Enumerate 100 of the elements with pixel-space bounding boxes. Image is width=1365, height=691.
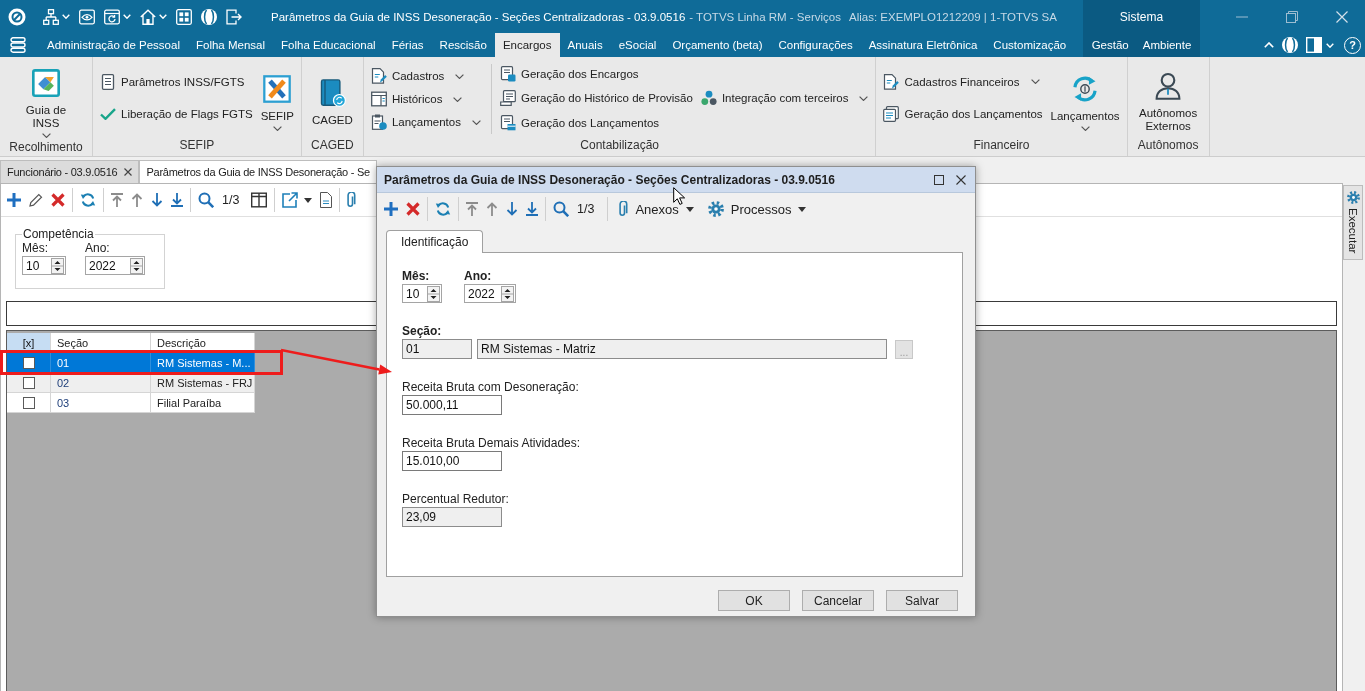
home-icon[interactable] [140, 8, 156, 25]
number-field[interactable]: 23,09 [402, 507, 502, 527]
column-header[interactable]: [x] [7, 333, 51, 353]
section-code-field[interactable]: 01 [402, 339, 472, 359]
checkbox[interactable] [22, 356, 35, 369]
ribbon-button[interactable]: Integração com terceiros [700, 87, 869, 109]
restore-icon[interactable] [1286, 10, 1298, 23]
menu-tab[interactable]: Folha Mensal [187, 33, 273, 57]
close-icon[interactable] [124, 168, 133, 176]
menu-tab[interactable]: Gestão [1084, 33, 1136, 57]
menu-icon[interactable] [9, 37, 26, 53]
paperclip-icon[interactable] [347, 192, 357, 208]
ribbon-button[interactable]: Guia de INSS [25, 60, 67, 138]
logo-icon[interactable] [8, 7, 26, 26]
pencil-icon[interactable] [29, 193, 43, 207]
ribbon-button[interactable]: Geração do Histórico de Provisão [499, 87, 693, 109]
menu-tab[interactable]: Assinatura Eletrônica [860, 33, 986, 57]
spin-arrows-icon[interactable] [501, 285, 514, 302]
caret-icon[interactable] [1326, 42, 1334, 48]
spin-arrows-icon[interactable] [427, 285, 440, 302]
ribbon-button[interactable]: Cadastros Financeiros [883, 70, 1043, 93]
document-icon[interactable] [320, 192, 333, 208]
menu-tab[interactable]: Configurações [770, 33, 861, 57]
ribbon-button[interactable]: SEFIP [260, 65, 294, 131]
ribbon-button[interactable]: CAGED [311, 69, 353, 127]
ok-button[interactable]: OK [718, 590, 790, 611]
table-row[interactable]: 01 RM Sistemas - M... [7, 353, 255, 373]
menu-tab[interactable]: Customização [985, 33, 1075, 57]
ribbon-button[interactable]: Geração dos Lançamentos [499, 111, 693, 134]
month-spinner[interactable]: 10 [402, 284, 442, 303]
menu-tab[interactable]: Folha Educacional [273, 33, 384, 57]
menu-tab[interactable]: Férias [383, 33, 432, 57]
menu-tab[interactable]: Administração de Pessoal [39, 33, 188, 57]
arrow-down-bar-icon[interactable] [171, 193, 183, 207]
menu-tab[interactable]: eSocial [610, 33, 665, 57]
chevron-up-icon[interactable] [1264, 42, 1274, 48]
arrow-down-icon[interactable] [506, 202, 518, 216]
layout-icon[interactable] [1306, 37, 1322, 53]
ribbon-button[interactable]: Parâmetros INSS/FGTS [100, 70, 253, 93]
caret-icon[interactable] [159, 14, 167, 19]
cancel-button[interactable]: Cancelar [802, 590, 874, 611]
search-icon[interactable] [553, 201, 569, 217]
maximize-icon[interactable] [934, 174, 944, 185]
table-row[interactable]: 03 Filial Paraíba [7, 393, 255, 413]
menu-tab[interactable]: Ambiente [1135, 33, 1199, 57]
ribbon-button[interactable]: Geração dos Encargos [499, 62, 693, 85]
plus-icon[interactable] [384, 202, 398, 216]
menu-tab[interactable]: Encargos [494, 33, 560, 57]
ribbon-button[interactable]: Geração dos Lançamentos [883, 103, 1043, 126]
close-icon[interactable] [956, 174, 966, 185]
globe-icon[interactable] [201, 8, 217, 25]
caret-icon[interactable] [123, 14, 131, 19]
refresh-window-icon[interactable] [104, 8, 120, 25]
menu-tab[interactable]: Anuais [559, 33, 611, 57]
ribbon-button[interactable]: Históricos [370, 88, 481, 110]
ribbon-button[interactable]: Liberação de Flags FGTS [100, 103, 253, 126]
number-field[interactable]: 15.010,00 [402, 451, 502, 471]
eye-window-icon[interactable] [79, 8, 95, 25]
x-icon[interactable] [51, 193, 65, 207]
document-tab[interactable]: Parâmetros da Guia de INSS Desoneração - Se [139, 160, 377, 183]
arrow-up-bar-icon[interactable] [466, 202, 478, 216]
refresh-icon[interactable] [80, 192, 96, 208]
spin-arrows-icon[interactable] [51, 257, 64, 274]
menu-tab[interactable]: Orçamento (beta) [664, 33, 771, 57]
grid-icon[interactable] [176, 8, 192, 25]
ribbon-button[interactable]: Lançamentos [1050, 65, 1120, 131]
menu-tab[interactable]: Rescisão [431, 33, 495, 57]
org-chart-icon[interactable] [43, 8, 59, 25]
save-button[interactable]: Salvar [886, 590, 958, 611]
plus-icon[interactable] [7, 193, 21, 207]
columns-icon[interactable] [251, 192, 268, 208]
tab[interactable]: Identificação [386, 230, 484, 253]
arrow-down-bar-icon[interactable] [526, 202, 538, 216]
checkbox[interactable] [22, 376, 35, 389]
month-spinner[interactable]: 10 [22, 256, 66, 275]
spin-arrows-icon[interactable] [130, 257, 143, 274]
globe-icon[interactable] [1282, 37, 1298, 53]
ribbon-button[interactable]: Cadastros [370, 65, 481, 87]
dropdown-button[interactable]: Anexos [619, 197, 694, 221]
ribbon-button[interactable]: Autônomos Externos [1139, 63, 1198, 133]
section-name-field[interactable]: RM Sistemas - Matriz [477, 339, 887, 359]
search-icon[interactable] [198, 192, 214, 208]
number-field[interactable]: 50.000,11 [402, 395, 502, 415]
table-row[interactable]: 02 RM Sistemas - FRJ [7, 373, 255, 393]
arrow-up-icon[interactable] [486, 202, 498, 216]
year-spinner[interactable]: 2022 [464, 284, 516, 303]
arrow-up-bar-icon[interactable] [111, 193, 123, 207]
ribbon-button[interactable]: Lançamentos [370, 111, 481, 133]
year-spinner[interactable]: 2022 [85, 256, 145, 275]
document-tab[interactable]: Funcionário - 03.9.0516 [0, 160, 140, 183]
arrow-up-icon[interactable] [131, 193, 143, 207]
box-arrow-icon[interactable] [282, 192, 299, 208]
arrow-down-icon[interactable] [151, 193, 163, 207]
x-icon[interactable] [406, 202, 420, 216]
caret-icon[interactable] [62, 14, 70, 19]
refresh-icon[interactable] [435, 201, 451, 217]
side-tab[interactable]: Executar [1343, 185, 1363, 261]
dropdown-button[interactable]: Processos [707, 197, 807, 221]
caret-icon[interactable] [304, 197, 313, 203]
checkbox[interactable] [22, 396, 35, 409]
